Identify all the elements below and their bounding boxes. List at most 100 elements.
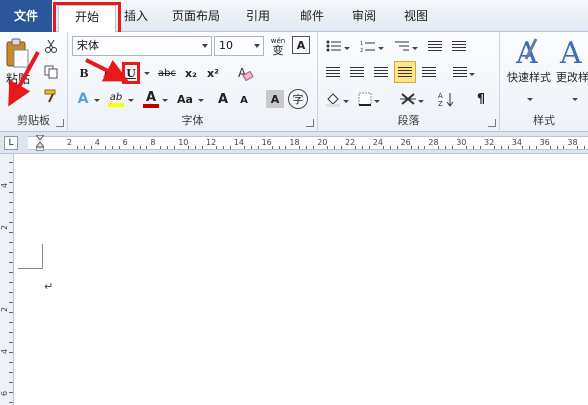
margin-corner-vertical [42, 244, 43, 268]
ruler-tick [500, 146, 502, 149]
ruler-tick [215, 146, 217, 149]
ruler-tick [160, 146, 162, 149]
vertical-ruler-number: 2 [0, 224, 10, 231]
ruler-tick [299, 146, 301, 149]
vertical-ruler-tick [9, 392, 13, 393]
ruler-tick [382, 146, 384, 149]
vertical-ruler-number: 4 [0, 182, 10, 189]
vertical-ruler-tick [9, 322, 13, 323]
ruler-tick [521, 146, 523, 149]
ruler-tick [452, 146, 454, 149]
ruler-tick [313, 146, 315, 149]
ruler-tick [361, 146, 363, 149]
ruler-tick [334, 146, 336, 149]
ruler-tick [389, 146, 391, 149]
vertical-ruler-tick [9, 182, 13, 183]
ruler-number: 10 [178, 138, 189, 147]
annotation-arrows [8, 51, 129, 107]
ruler-number: 14 [233, 138, 244, 147]
horizontal-ruler[interactable]: 2 4 6 8 10 12 14 16 18 20 22 24 26 28 30 32 34 36 38 [28, 134, 588, 152]
vertical-ruler-tick [9, 352, 13, 353]
arrow-to-underline [85, 58, 129, 82]
ruler-tick [563, 146, 565, 149]
ruler-tick [584, 146, 586, 149]
ruler-tick [167, 146, 169, 149]
ruler-tick [493, 146, 495, 149]
vertical-ruler-tick [9, 372, 13, 373]
vertical-ruler-tick [9, 202, 13, 203]
vertical-ruler-number: 6 [0, 390, 10, 397]
ruler-tick [507, 146, 509, 149]
ruler-number: 30 [456, 138, 467, 147]
ruler-tick [285, 146, 287, 149]
ruler-tick [327, 146, 329, 149]
ruler-number: 4 [94, 138, 100, 147]
vertical-ruler-tick [9, 222, 13, 223]
ruler-tick [368, 146, 370, 149]
ruler-tick [424, 146, 426, 149]
vertical-ruler-tick [9, 212, 13, 213]
vertical-ruler-tick [9, 402, 13, 403]
paragraph-mark: ↵ [44, 280, 54, 293]
vertical-ruler-tick [9, 252, 13, 253]
ruler-tick [271, 146, 273, 149]
ruler-number: 2 [67, 138, 73, 147]
ruler-tick [354, 146, 356, 149]
ruler-tick [306, 146, 308, 149]
vertical-ruler-tick [9, 382, 13, 383]
margin-corner-horizontal [18, 268, 43, 269]
ruler-tick [257, 146, 259, 149]
ruler-tick [528, 146, 530, 149]
vertical-ruler-tick [9, 312, 13, 313]
ruler-tick [76, 146, 78, 149]
ruler-tick [229, 146, 231, 149]
ruler-tick [556, 146, 558, 149]
ruler-tick [396, 146, 398, 149]
ruler-tick [445, 146, 447, 149]
vertical-ruler-tick [9, 342, 13, 343]
vertical-ruler-tick [9, 272, 13, 273]
ruler-tick [549, 146, 551, 149]
ruler-number: 12 [206, 138, 217, 147]
vertical-ruler-tick [9, 292, 13, 293]
ruler-tick [466, 146, 468, 149]
ruler-tick [438, 146, 440, 149]
vertical-ruler[interactable]: 4 2 2 4 6 [0, 154, 14, 405]
vertical-ruler-tick [9, 192, 13, 193]
vertical-ruler-tick [9, 302, 13, 303]
horizontal-ruler-bar: L 2 4 6 8 10 12 14 16 18 20 22 24 26 28 30 32 34 36 38 [0, 132, 588, 154]
indent-marker-icon[interactable] [34, 134, 46, 152]
vertical-ruler-number: 4 [0, 348, 10, 355]
ruler-tick [104, 146, 106, 149]
vertical-ruler-tick [9, 232, 13, 233]
ruler-tick [146, 146, 148, 149]
ruler-tick [222, 146, 224, 149]
vertical-ruler-number: 2 [0, 306, 10, 313]
ruler-tick [111, 146, 113, 149]
ruler-tick [577, 146, 579, 149]
ruler-tick [410, 146, 412, 149]
ruler-number: 20 [317, 138, 328, 147]
document-area[interactable]: 4 2 2 4 6 ↵ [0, 154, 588, 405]
ruler-number: 16 [261, 138, 272, 147]
vertical-ruler-tick [9, 242, 13, 243]
ruler-tick [83, 146, 85, 149]
ruler-number: 22 [345, 138, 356, 147]
vertical-ruler-tick [9, 362, 13, 363]
vertical-ruler-tick [9, 172, 13, 173]
ruler-tick [341, 146, 343, 149]
tab-selector[interactable]: L [4, 136, 18, 150]
ruler-tick [118, 146, 120, 149]
ruler-number: 6 [122, 138, 128, 147]
vertical-ruler-tick [9, 262, 13, 263]
ruler-tick [174, 146, 176, 149]
ruler-tick [139, 146, 141, 149]
ruler-number: 36 [539, 138, 550, 147]
ruler-number: 26 [400, 138, 411, 147]
ruler-number: 28 [428, 138, 439, 147]
vertical-ruler-tick [9, 332, 13, 333]
ruler-tick [417, 146, 419, 149]
ruler-tick [195, 146, 197, 149]
ruler-number: 38 [567, 138, 578, 147]
vertical-ruler-tick [9, 282, 13, 283]
